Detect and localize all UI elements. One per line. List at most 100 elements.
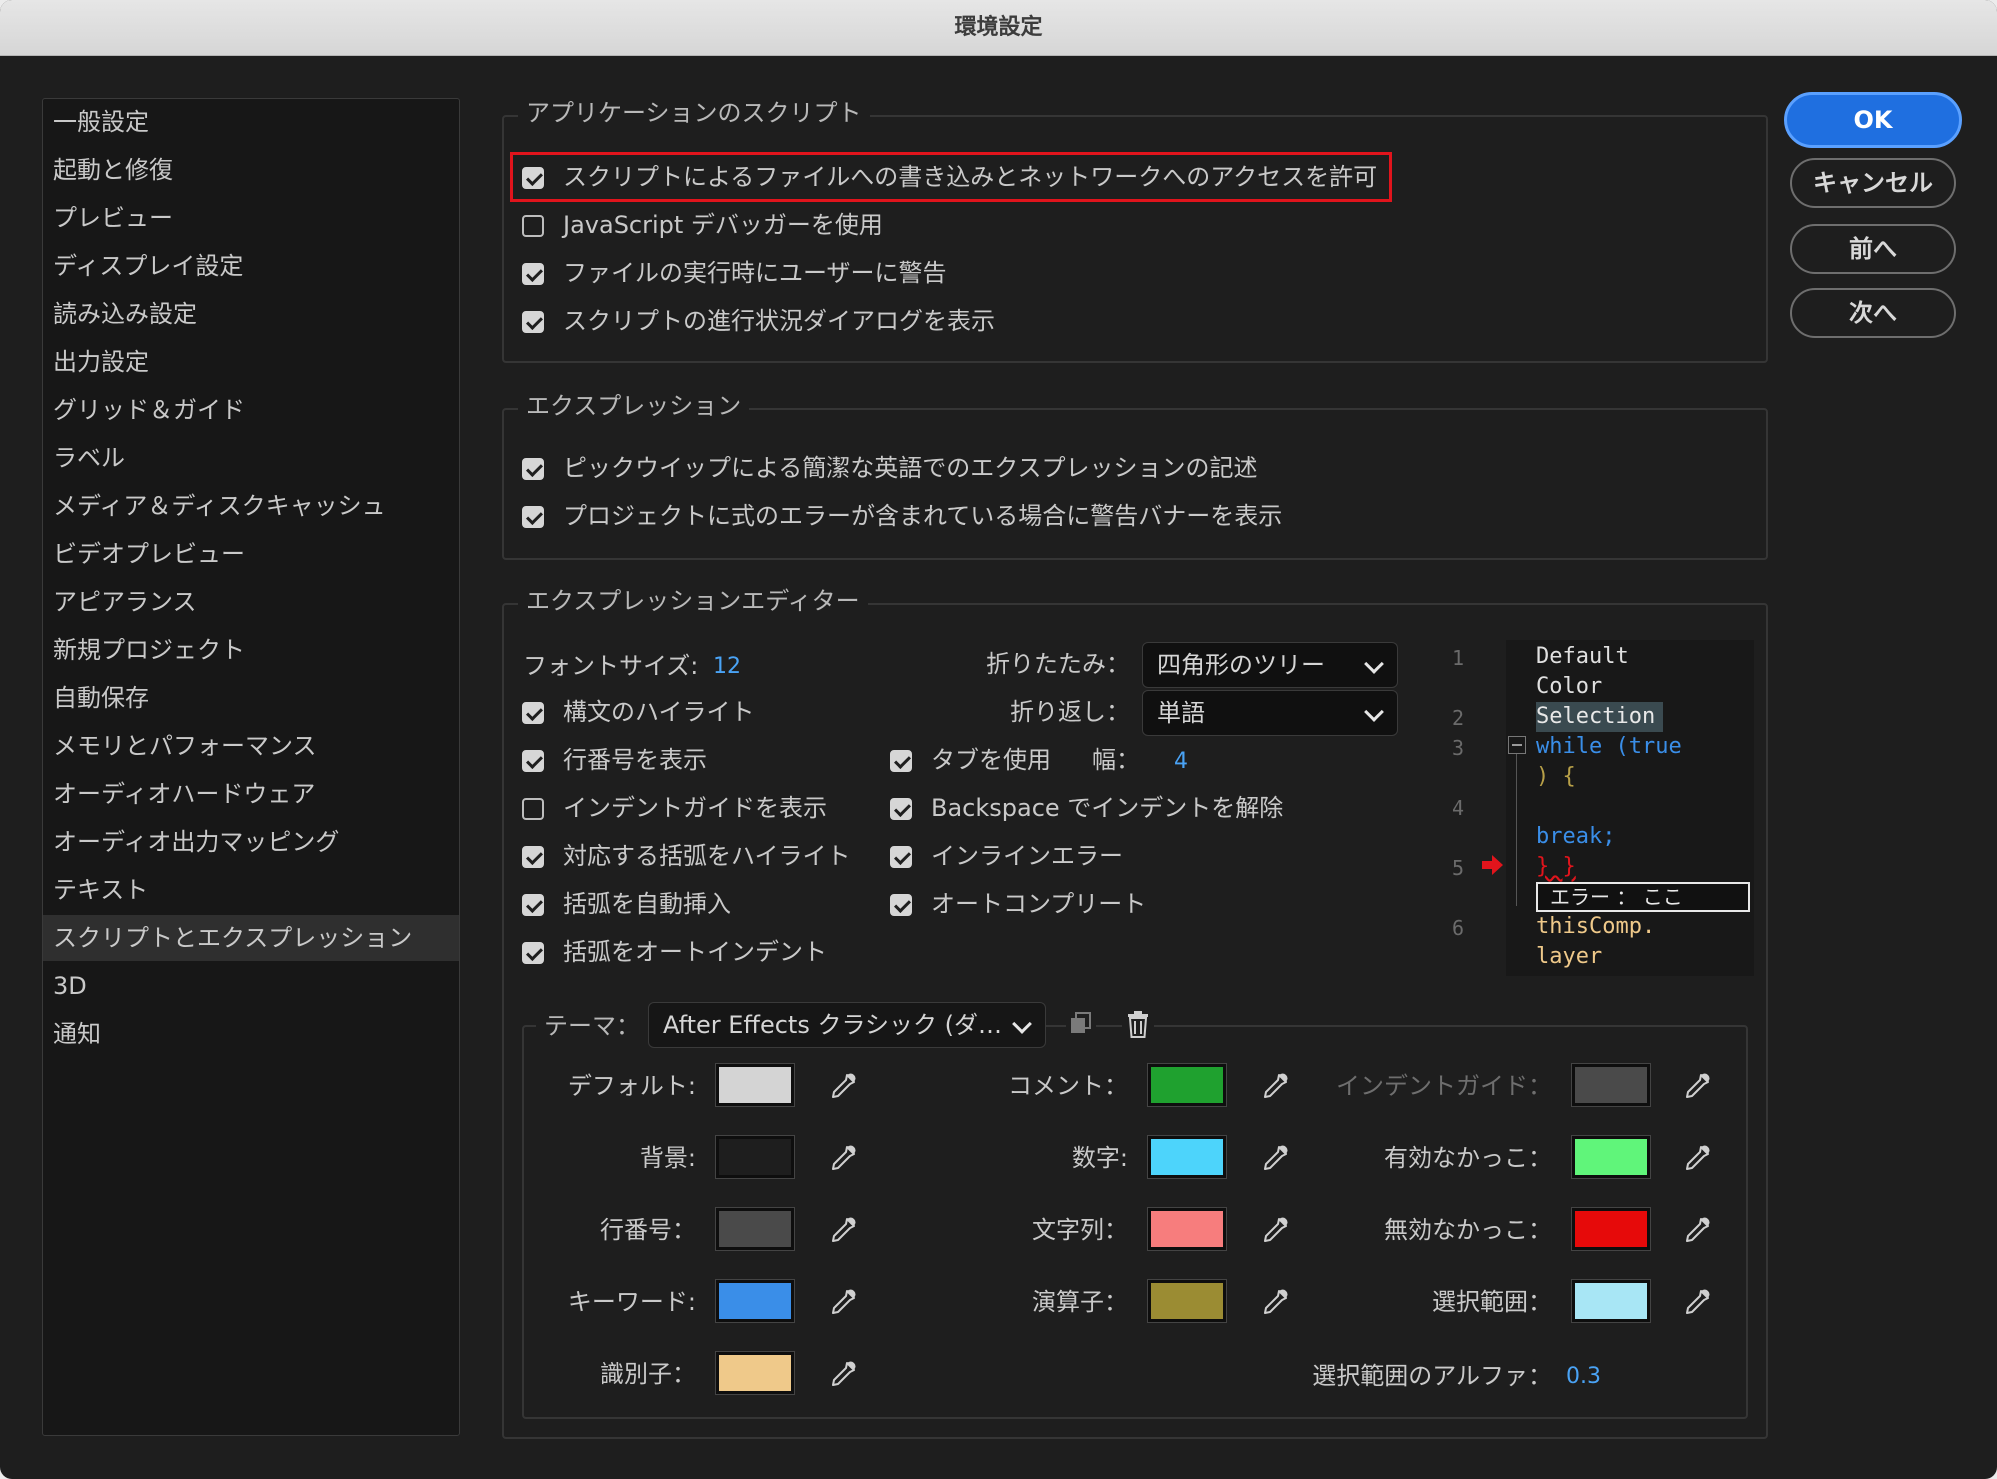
selection-alpha-label: 選択範囲のアルファ： [1312, 1362, 1552, 1390]
identifier-color-swatch[interactable] [715, 1351, 795, 1395]
line-number: 3 [1452, 736, 1465, 760]
bracket-highlight-checkbox[interactable] [522, 846, 544, 868]
auto-insert-brackets-label: 括弧を自動挿入 [563, 890, 731, 918]
code-line-error: } } [1536, 854, 1576, 879]
eyedropper-icon[interactable] [1682, 1287, 1712, 1317]
valid-bracket-color-swatch[interactable] [1571, 1135, 1651, 1179]
sidebar-item-autosave[interactable]: 自動保存 [43, 675, 459, 721]
ok-button[interactable]: OK [1784, 92, 1962, 148]
sidebar-item-scripting[interactable]: スクリプトとエクスプレッション [43, 915, 459, 961]
eyedropper-icon[interactable] [1682, 1071, 1712, 1101]
eyedropper-icon[interactable] [828, 1287, 858, 1317]
line-number-color-swatch[interactable] [715, 1207, 795, 1251]
autocomplete-checkbox[interactable] [890, 894, 912, 916]
comment-color-label: コメント： [1008, 1072, 1128, 1100]
selection-alpha-value[interactable]: 0.3 [1566, 1360, 1601, 1394]
default-color-swatch[interactable] [715, 1063, 795, 1107]
code-line: Default [1536, 644, 1629, 669]
sidebar-item-import[interactable]: 読み込み設定 [43, 291, 459, 337]
sidebar-item-appearance[interactable]: アピアランス [43, 579, 459, 625]
eyedropper-icon[interactable] [828, 1215, 858, 1245]
preferences-window: 環境設定 一般設定 起動と修復 プレビュー ディスプレイ設定 読み込み設定 出力… [0, 0, 1997, 1479]
sidebar-item-audio-hardware[interactable]: オーディオハードウェア [43, 771, 459, 817]
cancel-button[interactable]: キャンセル [1790, 158, 1956, 208]
eyedropper-icon[interactable] [828, 1071, 858, 1101]
background-color-swatch[interactable] [715, 1135, 795, 1179]
sidebar-item-type[interactable]: テキスト [43, 867, 459, 913]
sidebar-item-notifications[interactable]: 通知 [43, 1011, 459, 1057]
sidebar-item-startup[interactable]: 起動と修復 [43, 147, 459, 193]
inline-errors-label: インラインエラー [931, 842, 1123, 870]
pickwhip-checkbox[interactable] [522, 458, 544, 480]
theme-dropdown[interactable]: After Effects クラシック (ダ… [648, 1002, 1046, 1048]
inline-error-box: エラー ： ここ [1536, 882, 1750, 912]
fold-dropdown[interactable]: 四角形のツリー [1142, 642, 1398, 688]
auto-indent-brackets-checkbox[interactable] [522, 942, 544, 964]
indent-guides-label: インデントガイドを表示 [563, 794, 827, 822]
keyword-color-swatch[interactable] [715, 1279, 795, 1323]
line-numbers-checkbox[interactable] [522, 750, 544, 772]
sidebar-item-general[interactable]: 一般設定 [43, 99, 459, 145]
app-scripts-legend: アプリケーションのスクリプト [518, 98, 870, 128]
selection-color-swatch[interactable] [1571, 1279, 1651, 1323]
line-number: 1 [1452, 646, 1465, 670]
tab-width-value[interactable]: 4 [1174, 745, 1188, 779]
fold-marker-icon[interactable] [1508, 736, 1526, 754]
eyedropper-icon[interactable] [1682, 1215, 1712, 1245]
inline-errors-checkbox[interactable] [890, 846, 912, 868]
number-color-swatch[interactable] [1147, 1135, 1227, 1179]
eyedropper-icon[interactable] [828, 1143, 858, 1173]
sidebar-item-audio-output[interactable]: オーディオ出力マッピング [43, 819, 459, 865]
duplicate-theme-icon[interactable] [1066, 1010, 1096, 1040]
sidebar-item-grids[interactable]: グリッド＆ガイド [43, 387, 459, 433]
line-number: 2 [1452, 706, 1465, 730]
eyedropper-icon[interactable] [1260, 1143, 1290, 1173]
sidebar-item-display[interactable]: ディスプレイ設定 [43, 243, 459, 289]
backspace-unindent-checkbox[interactable] [890, 798, 912, 820]
chevron-down-icon [1364, 702, 1384, 722]
previous-button[interactable]: 前へ [1790, 224, 1956, 274]
auto-indent-brackets-label: 括弧をオートインデント [563, 938, 827, 966]
indent-guide-color-swatch[interactable] [1571, 1063, 1651, 1107]
auto-insert-brackets-checkbox[interactable] [522, 894, 544, 916]
warn-user-checkbox[interactable] [522, 263, 544, 285]
sidebar-item-labels[interactable]: ラベル [43, 435, 459, 481]
theme-dropdown-value: After Effects クラシック (ダ… [663, 1011, 1002, 1039]
indent-guides-checkbox[interactable] [522, 798, 544, 820]
identifier-color-label: 識別子： [600, 1360, 696, 1388]
use-tabs-checkbox[interactable] [890, 750, 912, 772]
syntax-highlight-checkbox[interactable] [522, 702, 544, 724]
sidebar-item-output[interactable]: 出力設定 [43, 339, 459, 385]
font-size-value[interactable]: 12 [713, 650, 741, 684]
sidebar-item-3d[interactable]: 3D [43, 963, 459, 1009]
wrap-dropdown[interactable]: 単語 [1142, 690, 1398, 736]
warning-banner-checkbox[interactable] [522, 506, 544, 528]
window-title: 環境設定 [0, 0, 1997, 56]
code-line: Color [1536, 674, 1603, 699]
trash-icon[interactable] [1122, 1010, 1154, 1040]
progress-dialog-label: スクリプトの進行状況ダイアログを表示 [563, 307, 995, 335]
next-button[interactable]: 次へ [1790, 288, 1956, 338]
eyedropper-icon[interactable] [1260, 1071, 1290, 1101]
sidebar-item-new-project[interactable]: 新規プロジェクト [43, 627, 459, 673]
string-color-swatch[interactable] [1147, 1207, 1227, 1251]
progress-dialog-checkbox[interactable] [522, 311, 544, 333]
eyedropper-icon[interactable] [1260, 1287, 1290, 1317]
font-size-label: フォントサイズ: [523, 652, 699, 680]
eyedropper-icon[interactable] [1682, 1143, 1712, 1173]
line-number: 5 [1452, 856, 1465, 880]
sidebar-item-preview[interactable]: プレビュー [43, 195, 459, 241]
sidebar-item-video-preview[interactable]: ビデオプレビュー [43, 531, 459, 577]
operator-color-swatch[interactable] [1147, 1279, 1227, 1323]
sidebar-item-media-cache[interactable]: メディア＆ディスクキャッシュ [43, 483, 459, 529]
invalid-bracket-color-swatch[interactable] [1571, 1207, 1651, 1251]
comment-color-swatch[interactable] [1147, 1063, 1227, 1107]
js-debugger-checkbox[interactable] [522, 215, 544, 237]
eyedropper-icon[interactable] [828, 1359, 858, 1389]
pickwhip-label: ピックウイップによる簡潔な英語でのエクスプレッションの記述 [563, 454, 1258, 482]
code-line-selection: Selection [1536, 702, 1664, 732]
eyedropper-icon[interactable] [1260, 1215, 1290, 1245]
chevron-down-icon [1364, 654, 1384, 674]
allow-scripts-checkbox[interactable] [522, 167, 544, 189]
sidebar-item-memory[interactable]: メモリとパフォーマンス [43, 723, 459, 769]
